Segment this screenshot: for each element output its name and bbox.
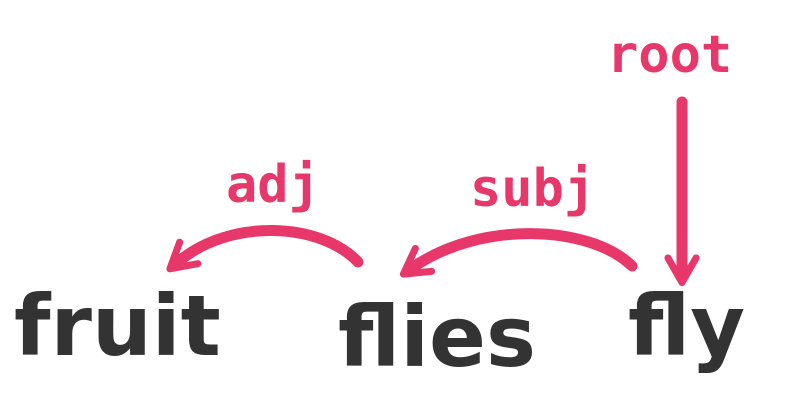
- relation-label-subj: subj: [470, 159, 595, 219]
- word-flies: flies: [338, 288, 536, 386]
- dependency-diagram: fruit flies fly root subj adj: [14, 25, 745, 386]
- relation-label-root: root: [607, 25, 732, 85]
- relation-label-adj: adj: [226, 155, 320, 215]
- subj-arc: [399, 228, 638, 278]
- word-fly: fly: [628, 277, 745, 375]
- word-fruit: fruit: [14, 277, 221, 375]
- adj-arc: [166, 225, 364, 273]
